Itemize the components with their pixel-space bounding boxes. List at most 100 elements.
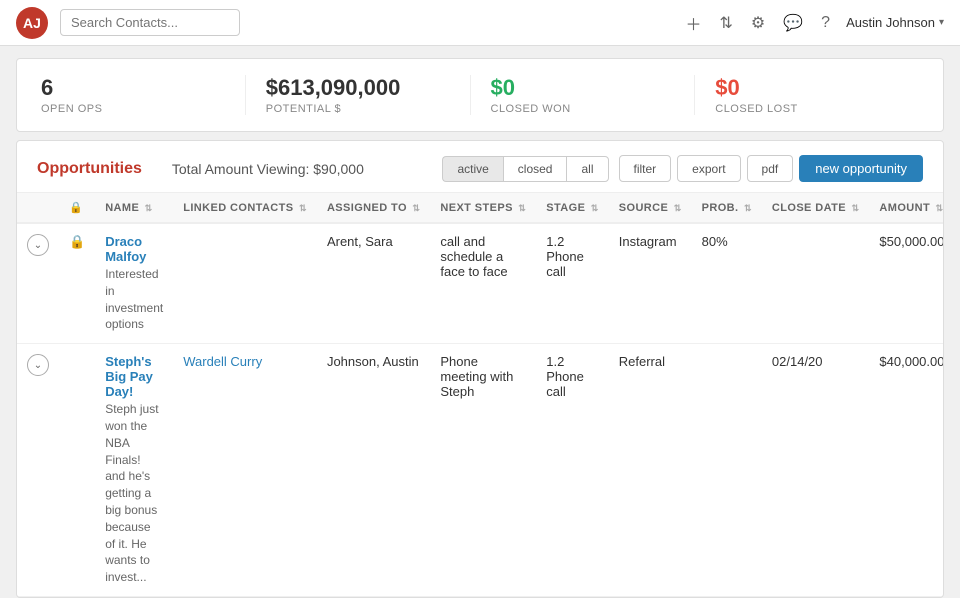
col-stage-sort: ⇅ [591, 203, 599, 213]
pdf-btn[interactable]: pdf [747, 155, 794, 182]
expand-btn[interactable]: ⌄ [27, 354, 49, 376]
col-source-sort: ⇅ [674, 203, 682, 213]
col-assigned-label: ASSIGNED TO [327, 202, 407, 214]
col-source-header[interactable]: SOURCE ⇅ [609, 193, 692, 223]
closed-lost-label: CLOSED LOST [715, 103, 899, 115]
row-expand-cell: ⌄ [17, 344, 59, 597]
export-btn[interactable]: export [677, 155, 740, 182]
col-amount-sort: ⇅ [936, 203, 944, 213]
stat-potential: $613,090,000 POTENTIAL $ [246, 75, 471, 115]
row-closedate-cell: 02/14/20 [762, 344, 870, 597]
row-lock-cell [59, 344, 95, 597]
lock-header-icon: 🔒 [69, 202, 83, 214]
closed-lost-value: $0 [715, 75, 899, 101]
potential-label: POTENTIAL $ [266, 103, 450, 115]
lock-icon: 🔒 [69, 234, 85, 249]
table-row: ⌄ Steph's Big Pay Day! Steph just won th… [17, 344, 944, 597]
opp-description: Steph just won the NBA Finals! and he's … [105, 401, 163, 586]
row-prob-cell [692, 344, 762, 597]
col-nextsteps-header[interactable]: NEXT STEPS ⇅ [430, 193, 536, 223]
stat-open-ops: 6 OPEN OPS [41, 75, 246, 115]
opp-name-link[interactable]: Draco Malfoy [105, 234, 146, 264]
col-assigned-header[interactable]: ASSIGNED TO ⇅ [317, 193, 430, 223]
col-closedate-sort: ⇅ [851, 203, 859, 213]
topnav-icons: ＋ ⇅ ⚙ 💬 ? [685, 11, 830, 35]
row-assigned-cell: Johnson, Austin [317, 344, 430, 597]
opp-description: Interested in investment options [105, 266, 163, 333]
user-name: Austin Johnson [846, 15, 935, 30]
row-stage-cell: 1.2 Phone call [536, 344, 609, 597]
col-stage-header[interactable]: STAGE ⇅ [536, 193, 609, 223]
row-closedate-cell [762, 223, 870, 344]
plus-icon[interactable]: ＋ [685, 11, 701, 35]
filter-closed-btn[interactable]: closed [503, 156, 567, 182]
row-source-cell: Instagram [609, 223, 692, 344]
row-name-cell: Draco Malfoy Interested in investment op… [95, 223, 173, 344]
stat-closed-won: $0 CLOSED WON [471, 75, 696, 115]
topnav: AJ ＋ ⇅ ⚙ 💬 ? Austin Johnson ▾ [0, 0, 960, 46]
row-linked-cell: Wardell Curry [173, 344, 317, 597]
row-source-cell: Referral [609, 344, 692, 597]
col-name-label: NAME [105, 202, 139, 214]
table-row: ⌄ 🔒 Draco Malfoy Interested in investmen… [17, 223, 944, 344]
row-assigned-cell: Arent, Sara [317, 223, 430, 344]
stats-bar: 6 OPEN OPS $613,090,000 POTENTIAL $ $0 C… [16, 58, 944, 132]
panel-subtitle: Total Amount Viewing: $90,000 [172, 161, 433, 177]
row-amount-cell: $40,000.00 [869, 344, 944, 597]
search-container [60, 9, 240, 36]
col-prob-sort: ⇅ [744, 203, 752, 213]
closed-won-value: $0 [491, 75, 675, 101]
panel-title: Opportunities [37, 160, 142, 178]
stat-closed-lost: $0 CLOSED LOST [695, 75, 919, 115]
col-prob-label: PROB. [702, 202, 739, 214]
row-name-cell: Steph's Big Pay Day! Steph just won the … [95, 344, 173, 597]
row-expand-cell: ⌄ [17, 223, 59, 344]
table-header-row: 🔒 NAME ⇅ LINKED CONTACTS ⇅ ASSIGNED TO ⇅… [17, 193, 944, 223]
row-amount-cell: $50,000.00 [869, 223, 944, 344]
col-stage-label: STAGE [546, 202, 585, 214]
chat-icon[interactable]: 💬 [783, 13, 803, 33]
col-lock-header: 🔒 [59, 193, 95, 223]
col-expand-header [17, 193, 59, 223]
filter-active-btn[interactable]: active [442, 156, 502, 182]
action-buttons: filter export pdf new opportunity [619, 155, 924, 182]
filter-icon[interactable]: ⚙ [751, 13, 765, 33]
col-name-header[interactable]: NAME ⇅ [95, 193, 173, 223]
col-closedate-label: CLOSE DATE [772, 202, 846, 214]
col-assigned-sort: ⇅ [412, 203, 420, 213]
closed-won-label: CLOSED WON [491, 103, 675, 115]
col-linked-label: LINKED CONTACTS [183, 202, 293, 214]
share-icon[interactable]: ⇅ [719, 13, 732, 33]
col-source-label: SOURCE [619, 202, 668, 214]
col-prob-header[interactable]: PROB. ⇅ [692, 193, 762, 223]
col-amount-label: AMOUNT [879, 202, 930, 214]
row-lock-cell: 🔒 [59, 223, 95, 344]
user-menu-caret: ▾ [939, 17, 944, 28]
user-menu[interactable]: Austin Johnson ▾ [846, 15, 944, 30]
row-nextsteps-cell: Phone meeting with Steph [430, 344, 536, 597]
open-ops-value: 6 [41, 75, 225, 101]
new-opportunity-btn[interactable]: new opportunity [799, 155, 923, 182]
filter-buttons: active closed all [442, 156, 608, 182]
panel-header: Opportunities Total Amount Viewing: $90,… [17, 141, 943, 193]
open-ops-label: OPEN OPS [41, 103, 225, 115]
col-nextsteps-label: NEXT STEPS [440, 202, 512, 214]
col-amount-header[interactable]: AMOUNT ⇅ [869, 193, 944, 223]
row-linked-cell [173, 223, 317, 344]
linked-contact-link[interactable]: Wardell Curry [183, 354, 262, 369]
col-linked-sort: ⇅ [299, 203, 307, 213]
expand-btn[interactable]: ⌄ [27, 234, 49, 256]
help-icon[interactable]: ? [821, 14, 830, 32]
col-closedate-header[interactable]: CLOSE DATE ⇅ [762, 193, 870, 223]
row-nextsteps-cell: call and schedule a face to face [430, 223, 536, 344]
row-prob-cell: 80% [692, 223, 762, 344]
main-panel: Opportunities Total Amount Viewing: $90,… [16, 140, 944, 598]
filter-all-btn[interactable]: all [566, 156, 608, 182]
opportunities-table: 🔒 NAME ⇅ LINKED CONTACTS ⇅ ASSIGNED TO ⇅… [17, 193, 944, 597]
filter-action-btn[interactable]: filter [619, 155, 672, 182]
col-linked-header[interactable]: LINKED CONTACTS ⇅ [173, 193, 317, 223]
potential-value: $613,090,000 [266, 75, 450, 101]
col-name-sort: ⇅ [145, 203, 153, 213]
opp-name-link[interactable]: Steph's Big Pay Day! [105, 354, 153, 399]
search-input[interactable] [60, 9, 240, 36]
